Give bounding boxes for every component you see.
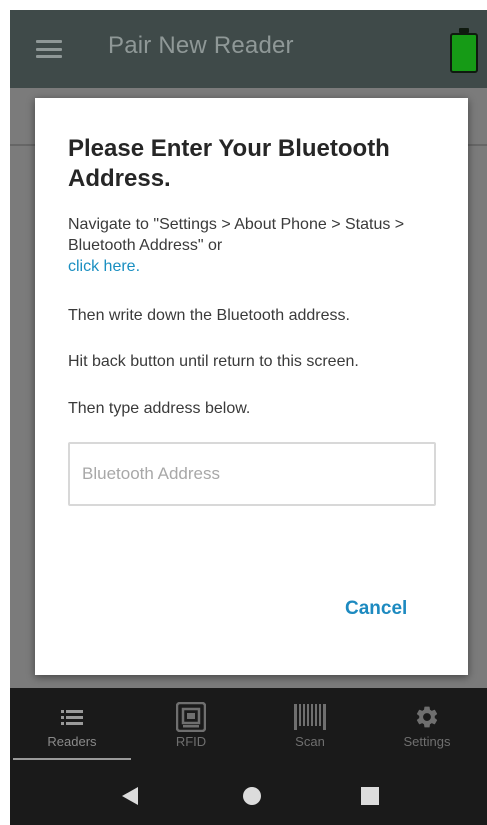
list-icon [12, 702, 132, 732]
hamburger-menu-icon[interactable] [36, 40, 62, 58]
dialog-step-write-down: Then write down the Bluetooth address. [68, 307, 350, 324]
nav-label-scan: Scan [295, 734, 325, 749]
bluetooth-address-dialog: Please Enter Your Bluetooth Address. Nav… [35, 98, 468, 675]
dialog-title: Please Enter Your Bluetooth Address. [68, 135, 390, 192]
active-tab-indicator [13, 758, 131, 760]
nav-item-settings[interactable]: Settings [367, 702, 487, 762]
battery-full-icon [450, 28, 478, 74]
barcode-icon [250, 702, 370, 732]
bottom-navigation: Readers RFID Scan Settings [10, 688, 487, 768]
dialog-step-type-address: Then type address below. [68, 400, 251, 417]
home-circle-icon[interactable] [242, 786, 262, 811]
nav-item-readers[interactable]: Readers [12, 702, 132, 762]
nav-label-settings: Settings [403, 734, 451, 749]
dialog-instruction: Navigate to "Settings > About Phone > St… [68, 214, 448, 277]
app-bar: Pair New Reader [10, 10, 487, 88]
nav-item-scan[interactable]: Scan [250, 702, 370, 762]
back-triangle-icon[interactable] [120, 786, 140, 811]
recents-square-icon[interactable] [360, 786, 380, 811]
click-here-link[interactable]: click here. [68, 258, 140, 275]
bluetooth-address-input[interactable] [68, 442, 436, 506]
rfid-tag-icon [131, 702, 251, 732]
dialog-step-hit-back: Hit back button until return to this scr… [68, 353, 359, 370]
device-screen: Pair New Reader Please Enter Your Blueto… [10, 10, 487, 825]
instruction-text: Navigate to "Settings > About Phone > St… [68, 216, 405, 254]
nav-label-readers: Readers [47, 734, 97, 749]
app-title: Pair New Reader [108, 32, 294, 59]
gear-icon [367, 702, 487, 732]
nav-item-rfid[interactable]: RFID [131, 702, 251, 762]
nav-label-rfid: RFID [175, 734, 207, 749]
cancel-button[interactable]: Cancel [339, 594, 413, 624]
system-navigation-bar [10, 768, 487, 825]
